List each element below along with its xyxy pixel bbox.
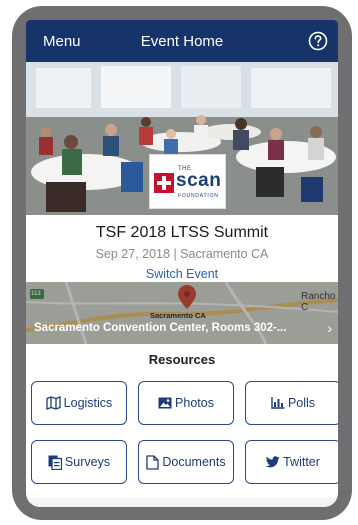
logo-tagline-text: FOUNDATION bbox=[178, 193, 219, 199]
logistics-button[interactable]: Logistics bbox=[31, 381, 127, 425]
document-icon bbox=[146, 454, 160, 470]
clipboard-icon bbox=[48, 455, 62, 470]
bottom-strip bbox=[26, 498, 338, 507]
documents-label: Documents bbox=[162, 455, 226, 469]
venue-address: Sacramento Convention Center, Rooms 302-… bbox=[34, 322, 287, 334]
surveys-button[interactable]: Surveys bbox=[31, 440, 127, 484]
twitter-button[interactable]: Twitter bbox=[245, 440, 338, 484]
chevron-right-icon: › bbox=[327, 320, 332, 336]
logo-name-text: scan bbox=[176, 170, 222, 191]
twitter-label: Twitter bbox=[283, 455, 320, 469]
plus-logo-icon bbox=[154, 173, 174, 193]
twitter-icon bbox=[266, 456, 280, 468]
event-hero-image: THE scan FOUNDATION bbox=[26, 62, 338, 215]
photos-label: Photos bbox=[175, 396, 214, 410]
image-icon bbox=[158, 397, 172, 409]
surveys-label: Surveys bbox=[64, 455, 111, 469]
resources-heading: Resources bbox=[148, 352, 216, 367]
polls-button[interactable]: Polls bbox=[245, 381, 338, 425]
bar-chart-icon bbox=[271, 397, 285, 409]
map-overlay bbox=[26, 282, 338, 344]
event-name: TSF 2018 LTSS Summit bbox=[95, 224, 269, 241]
logistics-label: Logistics bbox=[63, 396, 113, 410]
switch-event-link[interactable]: Switch Event bbox=[26, 267, 338, 281]
page-title: Event Home bbox=[140, 33, 224, 50]
question-circle-icon bbox=[308, 31, 328, 51]
nav-bar: Menu Event Home bbox=[26, 20, 338, 62]
photos-button[interactable]: Photos bbox=[138, 381, 234, 425]
scan-foundation-logo: THE scan FOUNDATION bbox=[149, 154, 226, 209]
event-date-location: Sep 27, 2018 | Sacramento CA bbox=[95, 247, 269, 261]
app-screen: Menu Event Home THE scan FOUNDATION TSF … bbox=[26, 20, 338, 507]
help-button[interactable] bbox=[308, 31, 328, 51]
venue-map[interactable]: 113 Sacramento CA Rancho C Sacramento Co… bbox=[26, 282, 338, 344]
map-icon bbox=[46, 396, 61, 410]
polls-label: Polls bbox=[287, 396, 316, 410]
documents-button[interactable]: Documents bbox=[138, 440, 234, 484]
